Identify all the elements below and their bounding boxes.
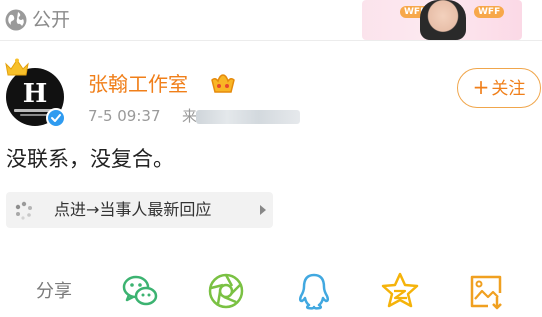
verified-icon — [46, 108, 66, 128]
wechat-icon[interactable] — [120, 271, 160, 311]
follow-label: 关注 — [491, 79, 526, 99]
avatar-logo-letter: H — [22, 79, 48, 109]
crown-icon — [4, 58, 30, 78]
chevron-right-icon — [260, 205, 266, 215]
topic-label: 点进→当事人最新回应 — [54, 200, 212, 219]
post-text: 没联系，没复合。 — [6, 147, 174, 171]
save-image-icon[interactable] — [466, 271, 506, 311]
dots-icon — [14, 201, 34, 221]
post-time: 7-5 09:37 — [88, 107, 161, 125]
banner-portrait — [420, 0, 466, 40]
topic-card[interactable]: 点进→当事人最新回应 — [6, 192, 273, 228]
ad-banner[interactable]: WFF WFF — [362, 0, 522, 40]
follow-button[interactable]: + 关注 — [457, 68, 541, 108]
share-label: 分享 — [36, 281, 72, 302]
blurred-source — [196, 110, 300, 124]
top-bar: 公开 WFF WFF — [0, 0, 542, 40]
visibility-label: 公开 — [32, 9, 71, 31]
post-source-prefix: 来 — [182, 107, 198, 125]
vip-crown-icon[interactable] — [210, 72, 236, 96]
plus-icon: + — [472, 75, 490, 99]
qzone-icon[interactable] — [380, 271, 420, 311]
qq-icon[interactable] — [294, 271, 334, 311]
author-name[interactable]: 张翰工作室 — [88, 70, 188, 98]
moments-icon[interactable] — [206, 271, 246, 311]
globe-icon — [4, 8, 28, 32]
divider — [0, 40, 542, 41]
banner-tag-right: WFF — [474, 6, 505, 18]
